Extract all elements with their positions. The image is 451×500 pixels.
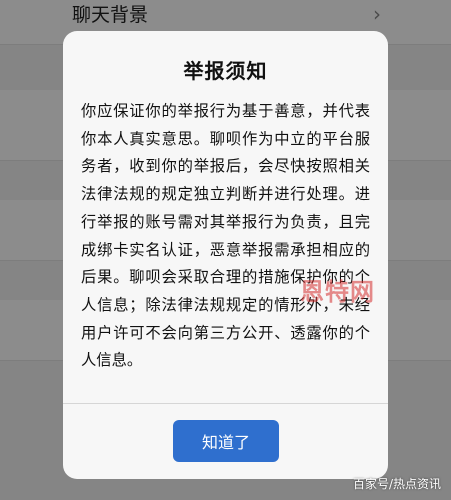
dialog-divider bbox=[63, 403, 388, 404]
watermark-logo: 恩特网 bbox=[300, 278, 375, 306]
report-notice-dialog: 举报须知 你应保证你的举报行为基于善意，并代表你本人真实意思。聊呗作为中立的平台… bbox=[63, 31, 388, 479]
dialog-title: 举报须知 bbox=[183, 59, 268, 83]
source-watermark: 百家号/热点资讯 bbox=[352, 477, 441, 491]
got-it-button[interactable]: 知道了 bbox=[173, 420, 279, 462]
dialog-body-text: 你应保证你的举报行为基于善意，并代表你本人真实意思。聊呗作为中立的平台服务者，收… bbox=[81, 102, 370, 370]
